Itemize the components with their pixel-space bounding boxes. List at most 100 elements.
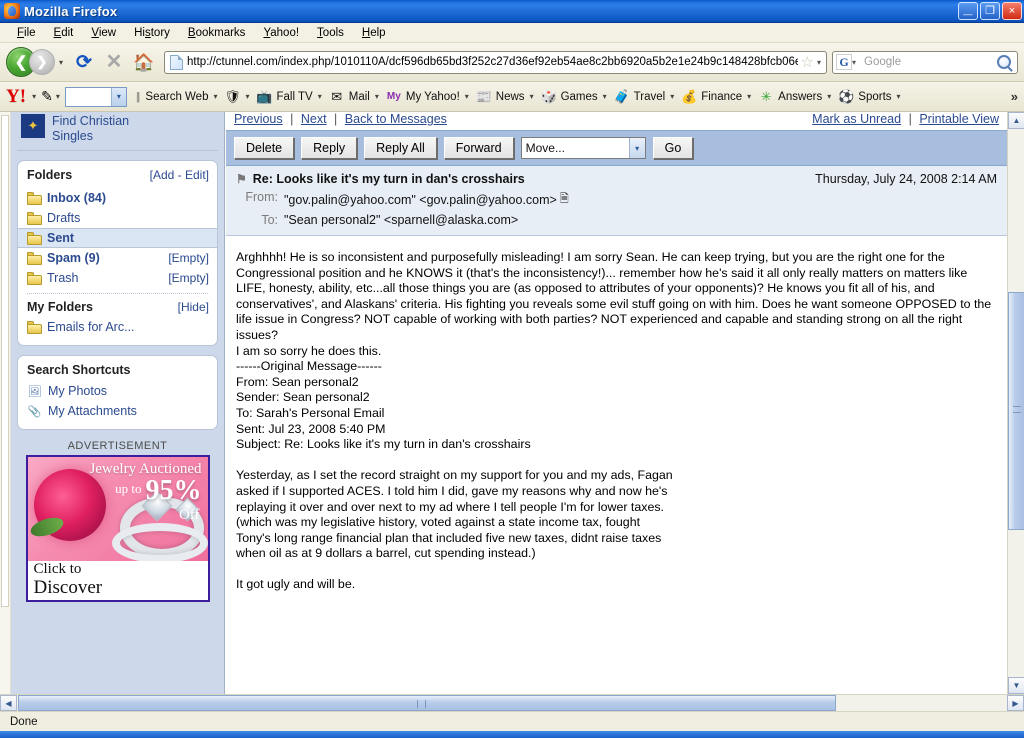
reply-button[interactable]: Reply [301, 137, 357, 159]
reload-button[interactable]: ⟳ [71, 49, 97, 75]
forward-button[interactable]: Forward [444, 137, 514, 159]
fall-tv-dropdown-icon[interactable]: ▾ [318, 92, 322, 101]
my-folders-hide-link[interactable]: [Hide] [178, 300, 209, 314]
yahoo-search-input[interactable]: ▾ [65, 87, 127, 107]
menu-history[interactable]: History [125, 25, 179, 41]
menu-file[interactable]: File [8, 25, 45, 41]
menu-yahoo[interactable]: Yahoo! [254, 25, 308, 41]
finance-dropdown-icon[interactable]: ▾ [747, 92, 751, 101]
search-engine-dropdown-icon[interactable]: ▾ [852, 58, 856, 67]
folder-row-spam[interactable]: Spam (9) [Empty] [18, 248, 217, 268]
folder-row-trash[interactable]: Trash [Empty] [18, 268, 217, 288]
yahoo-games-button[interactable]: 🎲 Games [539, 89, 600, 105]
bookmark-star-icon[interactable]: ☆ [801, 53, 814, 71]
yahoo-mail-button[interactable]: ✉ Mail [327, 89, 372, 105]
sidebar-scrollbar[interactable] [0, 112, 11, 694]
scroll-down-button[interactable]: ▼ [1008, 677, 1024, 694]
address-bar[interactable]: http://ctunnel.com/index.php/1010110A/dc… [164, 51, 827, 74]
yahoo-logo-dropdown-icon[interactable]: ▾ [32, 92, 36, 101]
menu-bookmarks[interactable]: Bookmarks [179, 25, 255, 41]
search-input[interactable]: Google [858, 56, 997, 68]
promo-text[interactable]: Find Christian Singles [52, 114, 129, 144]
toolbar-grip-handle[interactable]: ||| [136, 91, 139, 103]
menu-tools[interactable]: Tools [308, 25, 353, 41]
folder-spam-empty-link[interactable]: [Empty] [168, 251, 209, 265]
sidebar-scrollbar-thumb[interactable] [1, 115, 9, 607]
search-web-dropdown-icon[interactable]: ▾ [213, 92, 217, 101]
reply-all-button[interactable]: Reply All [364, 137, 437, 159]
go-button[interactable]: Go [653, 137, 694, 159]
back-to-messages-link[interactable]: Back to Messages [345, 112, 447, 126]
folder-sent-label[interactable]: Sent [47, 231, 74, 245]
page-horizontal-scrollbar[interactable]: ◀ ▶ [0, 694, 1024, 711]
advertisement-banner[interactable]: Jewelry Auctioned up to 95% Off Click to… [26, 455, 210, 602]
url-dropdown-icon[interactable]: ▾ [817, 58, 821, 67]
folder-drafts-label[interactable]: Drafts [47, 211, 80, 225]
news-dropdown-icon[interactable]: ▾ [530, 92, 534, 101]
folder-spam-label[interactable]: Spam (9) [47, 251, 100, 265]
minimize-button[interactable]: _ [958, 2, 978, 20]
vertical-scroll-thumb[interactable] [1008, 292, 1024, 530]
delete-button[interactable]: Delete [234, 137, 294, 159]
close-button[interactable]: × [1002, 2, 1022, 20]
folder-row-sent[interactable]: Sent [18, 228, 217, 248]
menu-help[interactable]: Help [353, 25, 395, 41]
yahoo-answers-button[interactable]: ✳ Answers [756, 89, 824, 105]
forward-button[interactable]: ❯ [29, 49, 55, 75]
url-input[interactable]: http://ctunnel.com/index.php/1010110A/dc… [187, 56, 798, 68]
games-dropdown-icon[interactable]: ▾ [603, 92, 607, 101]
pencil-icon[interactable]: ✎ [41, 88, 53, 105]
ad-cta-area[interactable]: Click to Discover [28, 561, 208, 600]
add-contact-icon[interactable]: 🗎 [560, 190, 569, 209]
yahoo-my-yahoo-button[interactable]: My My Yahoo! [384, 89, 462, 105]
yahoo-search-dropdown-icon[interactable]: ▾ [111, 88, 126, 106]
shield-dropdown-icon[interactable]: ▾ [246, 92, 250, 101]
folder-row-emails-for-arc[interactable]: Emails for Arc... [18, 317, 217, 337]
flag-icon[interactable]: ⚑ [236, 172, 247, 186]
yahoo-fall-tv-button[interactable]: 📺 Fall TV [255, 89, 315, 105]
search-magnifier-icon[interactable] [997, 55, 1011, 69]
mail-dropdown-icon[interactable]: ▾ [375, 92, 379, 101]
my-yahoo-dropdown-icon[interactable]: ▾ [465, 92, 469, 101]
scroll-right-button[interactable]: ▶ [1007, 695, 1024, 711]
yahoo-travel-button[interactable]: 🧳 Travel [612, 89, 668, 105]
folder-row-drafts[interactable]: Drafts [18, 208, 217, 228]
sports-dropdown-icon[interactable]: ▾ [897, 92, 901, 101]
shortcut-my-photos[interactable]: 🖼 My Photos [18, 381, 217, 401]
answers-dropdown-icon[interactable]: ▾ [827, 92, 831, 101]
mark-as-unread-link[interactable]: Mark as Unread [812, 112, 901, 126]
folder-emails-for-arc-label[interactable]: Emails for Arc... [47, 320, 135, 334]
menu-view[interactable]: View [82, 25, 125, 41]
yahoo-search-web-button[interactable]: Search Web [143, 91, 210, 103]
scroll-left-button[interactable]: ◀ [0, 695, 17, 711]
scroll-up-button[interactable]: ▲ [1008, 112, 1024, 129]
travel-dropdown-icon[interactable]: ▾ [670, 92, 674, 101]
home-button[interactable]: 🏠 [131, 49, 157, 75]
my-attachments-label[interactable]: My Attachments [48, 404, 137, 418]
stop-button[interactable]: ✕ [101, 49, 127, 75]
printable-view-link[interactable]: Printable View [919, 112, 999, 126]
yahoo-news-button[interactable]: 📰 News [474, 89, 527, 105]
chevron-down-icon[interactable]: ▾ [629, 138, 645, 158]
folder-row-inbox[interactable]: Inbox (84) [18, 188, 217, 208]
toolbar-overflow-button[interactable]: » [1011, 89, 1018, 104]
page-vertical-scrollbar[interactable]: ▲ ▼ [1007, 112, 1024, 694]
history-dropdown-button[interactable]: ▾ [59, 58, 63, 67]
yahoo-finance-button[interactable]: 💰 Finance [679, 89, 744, 105]
folders-add-edit-link[interactable]: [Add - Edit] [150, 168, 209, 182]
shortcut-my-attachments[interactable]: 📎 My Attachments [18, 401, 217, 421]
move-select[interactable]: Move... ▾ [521, 137, 646, 159]
folder-trash-label[interactable]: Trash [47, 271, 79, 285]
pencil-dropdown-icon[interactable]: ▾ [56, 92, 60, 101]
find-christian-singles-promo[interactable]: ✦ Find Christian Singles [17, 112, 218, 151]
search-bar[interactable]: G ▾ Google [832, 51, 1018, 74]
folder-trash-empty-link[interactable]: [Empty] [168, 271, 209, 285]
yahoo-sports-button[interactable]: ⚽ Sports [836, 89, 893, 105]
google-logo-icon[interactable]: G [836, 54, 852, 70]
horizontal-scroll-thumb[interactable] [18, 695, 836, 711]
menu-edit[interactable]: Edit [45, 25, 83, 41]
next-link[interactable]: Next [301, 112, 327, 126]
previous-link[interactable]: Previous [234, 112, 283, 126]
my-photos-label[interactable]: My Photos [48, 384, 107, 398]
yahoo-shield-button[interactable]: 🛡 [223, 89, 243, 105]
